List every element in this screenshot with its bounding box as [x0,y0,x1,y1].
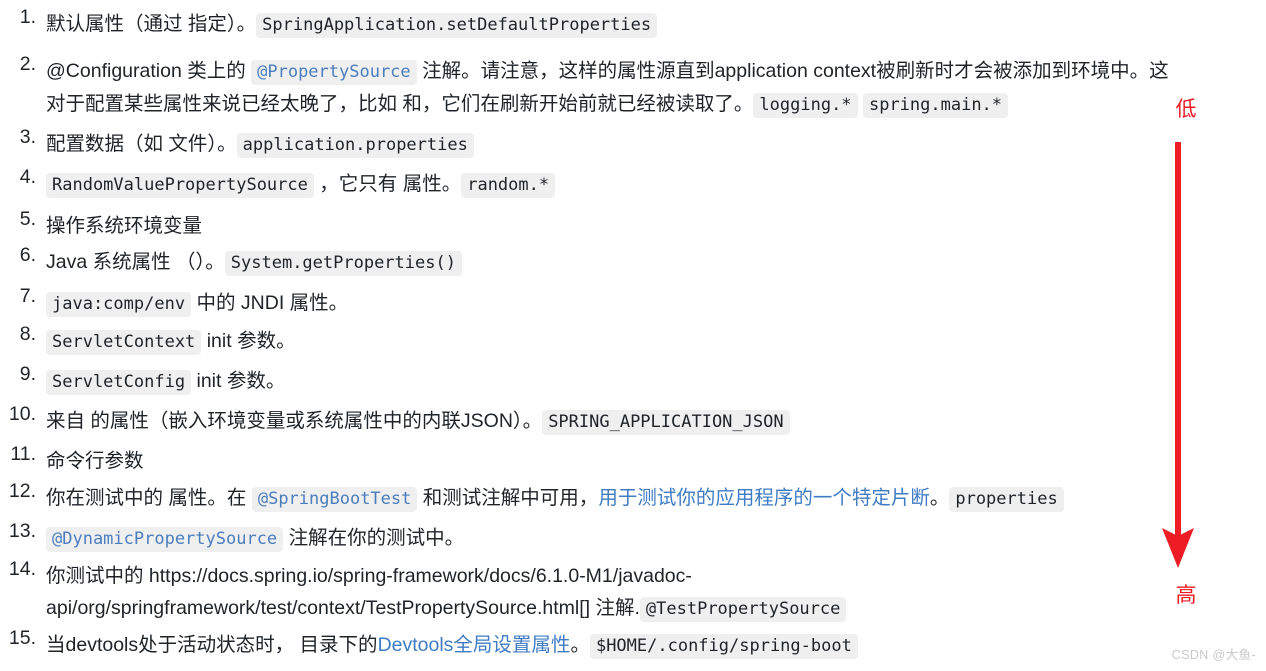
list-item: 14. 你测试中的 https://docs.spring.io/spring-f… [0,558,847,625]
list-item-line: 默认属性（通过 指定）。 SpringApplication.setDefault… [46,8,658,41]
list-item-line: 对于配置某些属性来说已经太晚了，比如 和，它们在刷新开始前就已经被读取了。 log… [46,88,1169,121]
list-item: 1. 默认属性（通过 指定）。 SpringApplication.setDefau… [0,6,658,41]
inline-text: 和测试注解中可用， [422,487,599,509]
inline-text: @Configuration 类上的 [46,60,252,82]
inline-code: java:comp/env [46,292,192,317]
inline-code: properties [949,487,1064,512]
inline-text: 对于配置某些属性来说已经太晚了，比如 和，它们在刷新开始前就已经被读取了。 [46,93,754,115]
list-item: 11. 命令行参数 [0,443,144,477]
inline-link[interactable]: 用于测试你的应用程序的一个特定片断 [598,487,930,509]
inline-code: ServletContext [46,330,202,355]
inline-link[interactable]: Devtools全局设置属性 [378,634,571,656]
inline-code: System.getProperties() [224,251,462,276]
list-item: 10. 来自 的属性（嵌入环境变量或系统属性中的内联JSON）。 SPRING_AP… [0,403,790,438]
list-item-line: Java 系统属性 （）。 System.getProperties() [46,246,462,279]
list-item: 15. 当devtools处于活动状态时， 目录下的Devtools全局设置属性。… [0,627,858,662]
list-item: 9. ServletConfig init 参数。 [0,363,285,398]
list-item-marker: 14. [8,558,36,580]
list-item: 13. @DynamicPropertySource 注解在你的测试中。 [0,520,464,555]
list-item: 3. 配置数据（如 文件）。 application.properties [0,126,474,161]
inline-text: 当devtools处于活动状态时， 目录下的 [46,634,378,656]
list-item-line: 你在测试中的 属性。在 @SpringBootTest 和测试注解中可用，用于测… [46,482,1064,515]
list-item: 7. java:comp/env 中的 JNDI 属性。 [0,285,348,320]
inline-code: ServletConfig [46,370,192,395]
list-item-marker: 1. [19,6,36,28]
list-item-marker: 15. [8,627,36,649]
list-item-line: 来自 的属性（嵌入环境变量或系统属性中的内联JSON）。 SPRING_APPLI… [46,405,790,438]
list-item: 2. @Configuration 类上的 @PropertySource 注解。… [0,53,1169,121]
inline-text: init 参数。 [206,330,296,352]
list-item-marker: 4. [19,166,36,188]
list-item-line: 配置数据（如 文件）。 application.properties [46,128,474,161]
inline-text: init 参数。 [196,370,286,392]
inline-text: ，它只有 属性。 [319,173,462,195]
list-item: 5. 操作系统环境变量 [0,208,202,242]
inline-code: SpringApplication.setDefaultProperties [256,13,658,38]
list-item-marker: 9. [19,363,36,385]
list-item-marker: 5. [19,208,36,230]
inline-text: 默认属性（通过 指定）。 [46,13,257,35]
list-item: 6. Java 系统属性 （）。 System.getProperties() [0,244,462,279]
list-item-line: java:comp/env 中的 JNDI 属性。 [46,287,348,320]
list-item: 4. RandomValuePropertySource ，它只有 属性。 rand… [0,166,556,201]
list-item-marker: 12. [8,480,36,502]
inline-text: 你测试中的 https://docs.spring.io/spring-fram… [46,565,692,587]
inline-text: Java 系统属性 （）。 [46,251,225,273]
csdn-watermark: CSDN @大鱼- [1171,648,1256,662]
list-item-line: @DynamicPropertySource 注解在你的测试中。 [46,522,464,555]
inline-text: 来自 的属性（嵌入环境变量或系统属性中的内联JSON）。 [46,410,543,432]
inline-text: 。 [570,634,590,656]
inline-code: $HOME/.config/spring-boot [589,634,858,659]
list-item-line: 操作系统环境变量 [46,210,202,242]
list-item-line: 你测试中的 https://docs.spring.io/spring-fram… [46,560,846,592]
inline-text: 注解。请注意，这样的属性源直到application context被刷新时才会… [422,60,1169,82]
list-item-marker: 13. [8,520,36,542]
inline-code: @TestPropertySource [639,597,847,622]
list-item-marker: 3. [19,126,36,148]
inline-text: 注解在你的测试中。 [288,527,465,549]
inline-code: SPRING_APPLICATION_JSON [542,410,790,435]
list-item-line: ServletContext init 参数。 [46,325,296,358]
list-item-marker: 11. [10,443,36,465]
inline-code: random.* [461,173,556,198]
list-item-marker: 6. [19,244,36,266]
list-item-marker: 10. [8,403,36,425]
list-item-marker: 7. [19,285,36,307]
list-item-line: api/org/springframework/test/context/Tes… [46,592,847,625]
inline-text: 你在测试中的 属性。在 [46,487,252,509]
inline-code-annotation: @DynamicPropertySource [46,527,284,552]
inline-code: spring.main.* [862,93,1009,118]
inline-text: 命令行参数 [46,450,144,472]
inline-code: RandomValuePropertySource [46,173,314,198]
list-item: 12. 你在测试中的 属性。在 @SpringBootTest 和测试注解中可用，… [0,480,1064,515]
inline-code-annotation: @SpringBootTest [251,487,418,512]
inline-text: 中的 JNDI 属性。 [196,292,349,314]
list-item-marker: 8. [19,323,36,345]
inline-text: 配置数据（如 文件）。 [46,133,237,155]
inline-code: application.properties [236,133,474,158]
inline-code: logging.* [753,93,858,118]
document-body: 1. 默认属性（通过 指定）。 SpringApplication.setDefau… [0,0,1266,671]
inline-text: 操作系统环境变量 [46,215,203,237]
inline-text: api/org/springframework/test/context/Tes… [46,597,640,619]
list-item-line: 当devtools处于活动状态时， 目录下的Devtools全局设置属性。 $HO… [46,629,858,662]
list-item-line: ServletConfig init 参数。 [46,365,285,398]
list-item-line: @Configuration 类上的 @PropertySource 注解。请注… [46,55,1169,88]
list-item-line: 命令行参数 [46,445,144,477]
list-item: 8. ServletContext init 参数。 [0,323,296,358]
list-item-line: RandomValuePropertySource ，它只有 属性。 random… [46,168,556,201]
inline-text: 。 [929,487,950,509]
list-item-marker: 2. [19,53,36,75]
inline-code-annotation: @PropertySource [251,60,417,85]
